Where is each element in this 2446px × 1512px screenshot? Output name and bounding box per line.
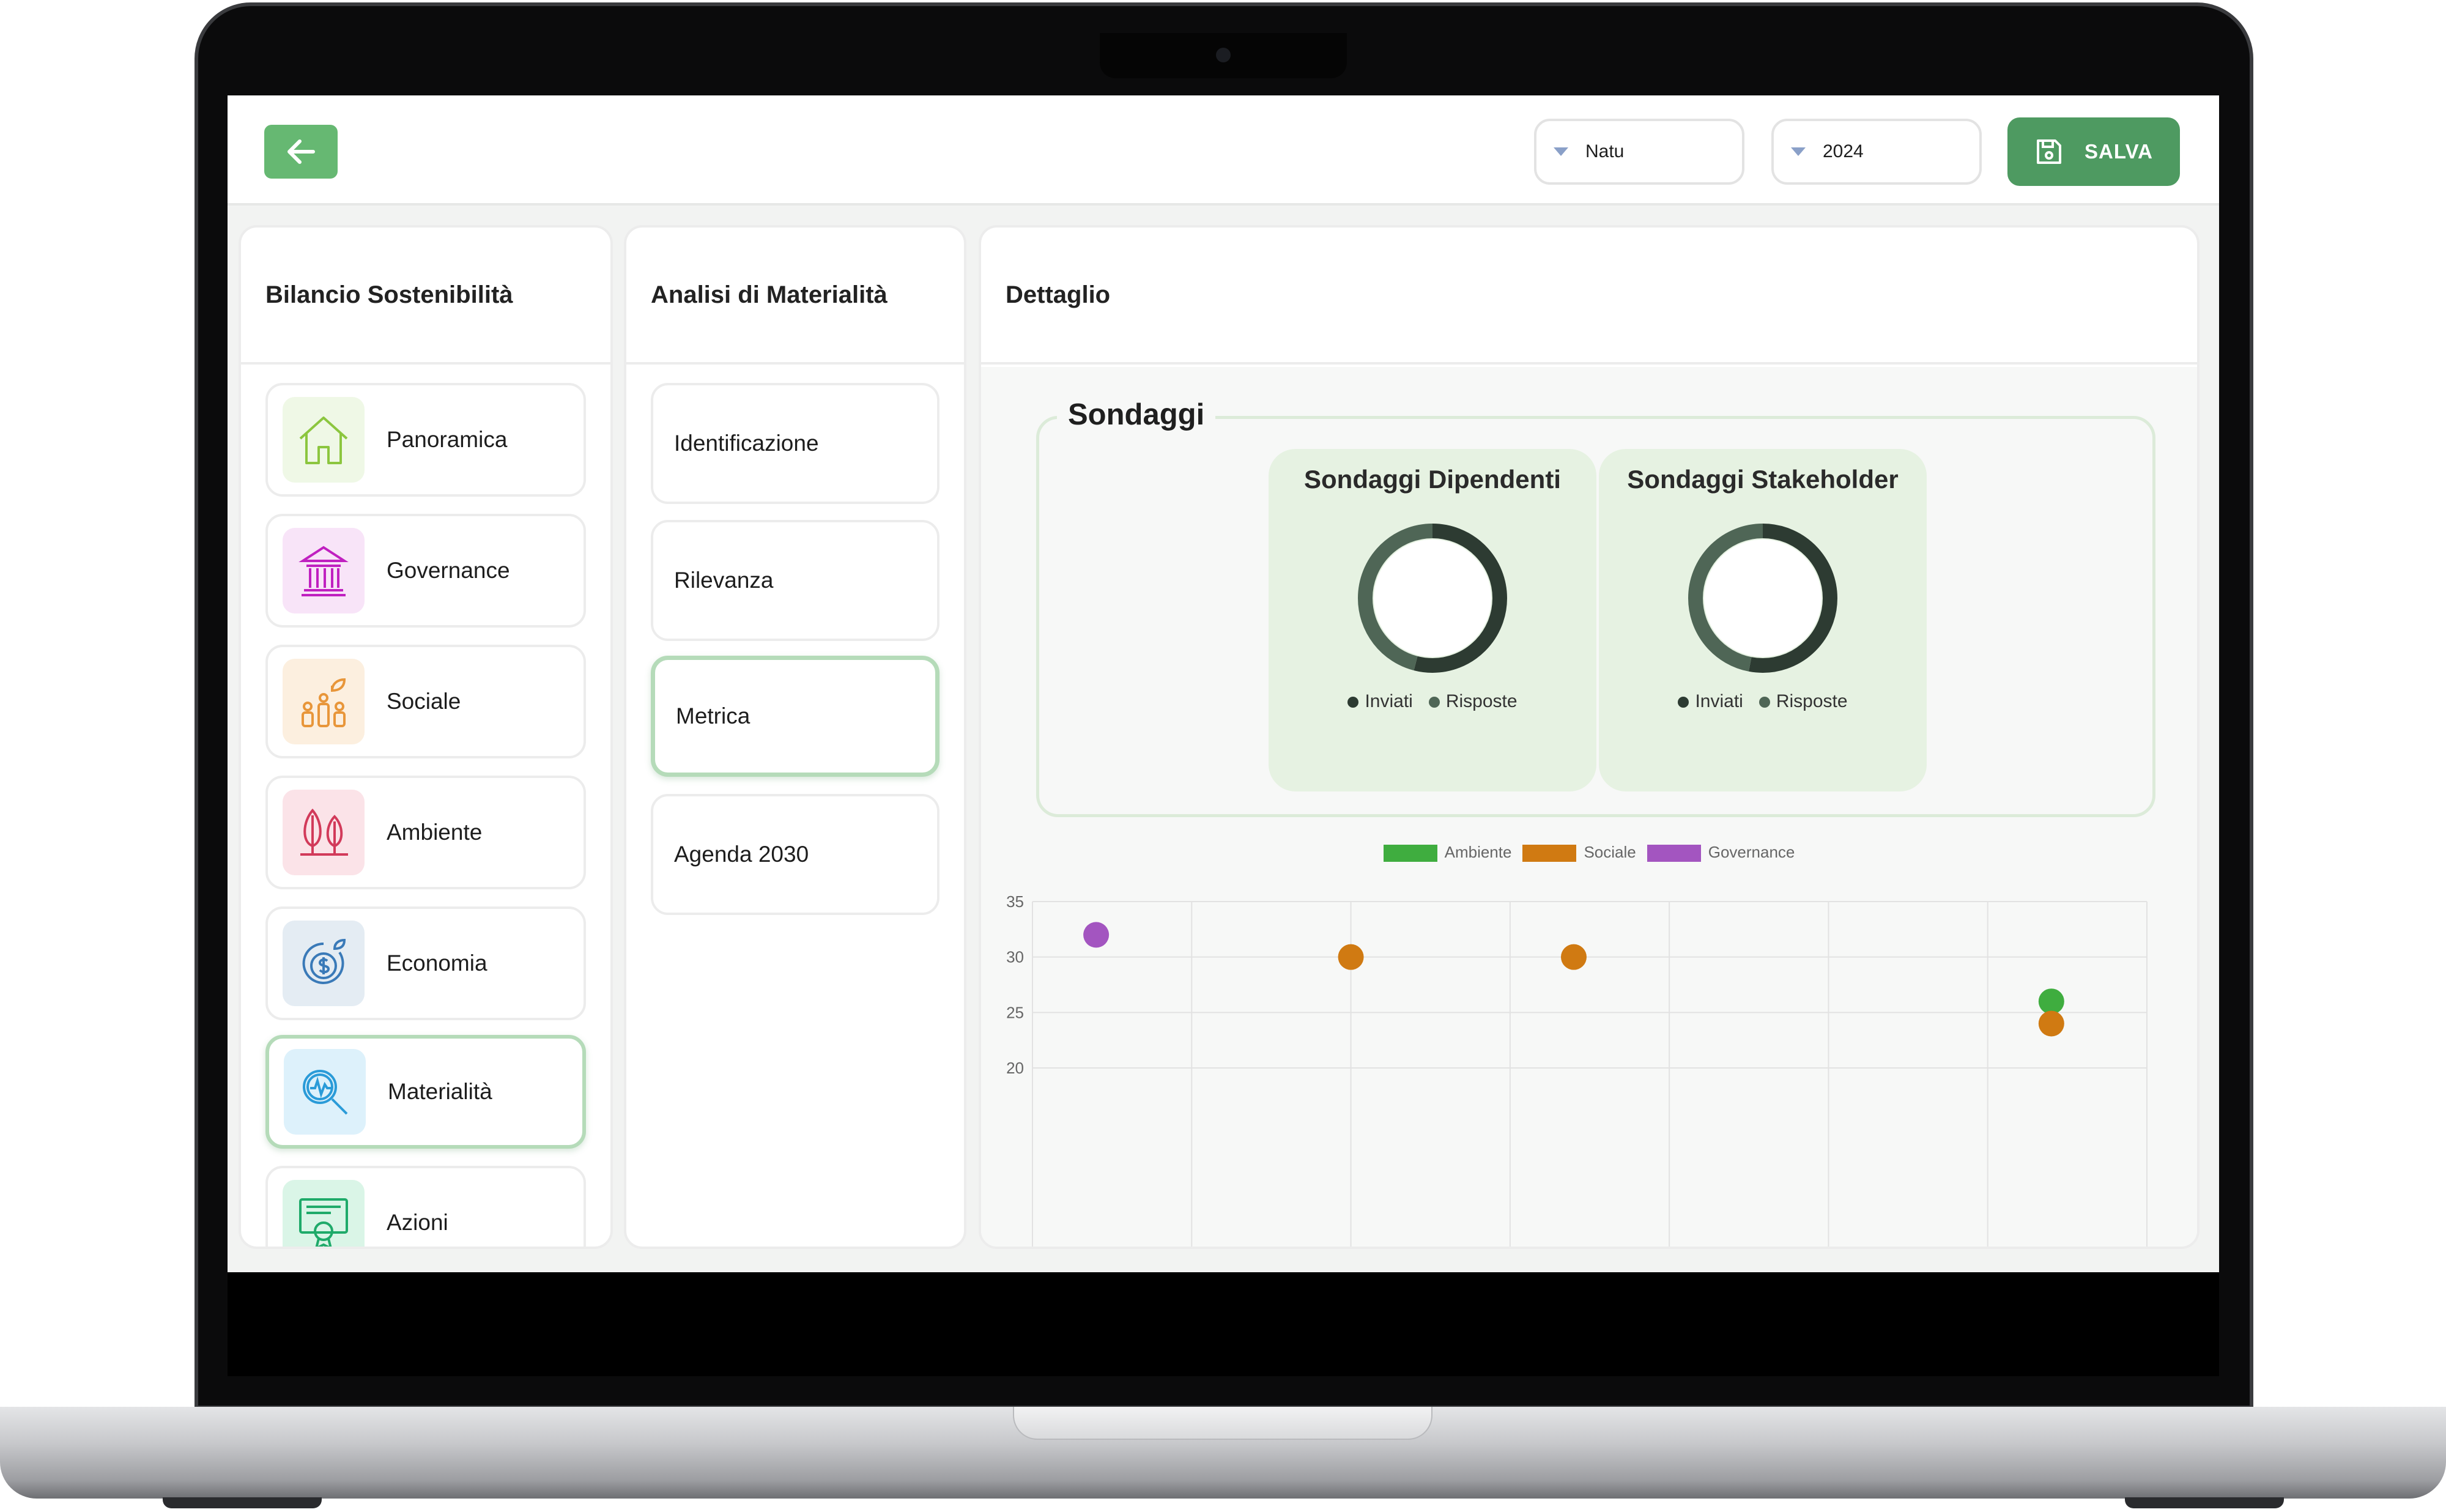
scatter-point-sociale[interactable] (1560, 944, 1587, 970)
year-select[interactable]: 2024 (1771, 119, 1982, 185)
sidebar-item-ambiente[interactable]: Ambiente (265, 776, 586, 889)
laptop-foot-left (163, 1497, 322, 1508)
sidebar-item-label: Azioni (387, 1210, 448, 1235)
top-bar: Natu 2024 SALVA (228, 95, 2219, 206)
sidebar-item-economia[interactable]: Economia (265, 906, 586, 1020)
detail-panel: Dettaglio Sondaggi Sondaggi Dipendenti I… (979, 225, 2200, 1249)
dollar-cycle-icon (283, 921, 365, 1006)
save-button[interactable]: SALVA (2007, 117, 2180, 186)
screen-bezel (228, 1272, 2219, 1376)
save-button-label: SALVA (2085, 140, 2153, 163)
sidebar-item-label: Materialità (388, 1079, 492, 1104)
caret-down-icon (1791, 147, 1806, 156)
app-screen: Natu 2024 SALVA Bilancio Sostenibilità P… (228, 95, 2219, 1272)
bank-icon (283, 528, 365, 613)
detail-body: Sondaggi Sondaggi Dipendenti Inviati Ris… (981, 367, 2197, 1247)
menu-item-label: Agenda 2030 (674, 842, 809, 867)
y-tick-label: 30 (1006, 948, 1024, 966)
sidebar-item-panoramica[interactable]: Panoramica (265, 383, 586, 497)
people-growth-icon (283, 659, 365, 744)
trees-icon (283, 790, 365, 875)
sidebar-item-label: Panoramica (387, 427, 508, 452)
year-select-value: 2024 (1823, 141, 1864, 161)
scatter-point-governance[interactable] (1083, 922, 1110, 948)
sidebar-title: Bilancio Sostenibilità (241, 228, 610, 365)
materiality-title: Analisi di Materialità (626, 228, 964, 365)
company-select-value: Natu (1585, 141, 1625, 161)
sidebar-item-materialita[interactable]: Materialità (265, 1035, 586, 1149)
materiality-panel: Analisi di Materialità Identificazione R… (624, 225, 966, 1249)
sidebar-item-azioni[interactable]: Azioni (265, 1166, 586, 1247)
laptop-foot-right (2125, 1497, 2284, 1508)
materiality-scatter-chart: 35 30 25 20 (1006, 892, 2148, 1247)
menu-item-agenda-2030[interactable]: Agenda 2030 (651, 794, 939, 915)
menu-item-metrica[interactable]: Metrica (651, 656, 939, 777)
laptop-groove (1013, 1407, 1432, 1440)
sidebar-item-label: Sociale (387, 689, 461, 714)
menu-item-label: Rilevanza (674, 568, 774, 593)
certificate-icon (283, 1180, 365, 1247)
detail-title: Dettaglio (981, 228, 2197, 365)
y-tick-label: 35 (1006, 892, 1024, 911)
menu-item-rilevanza[interactable]: Rilevanza (651, 520, 939, 641)
floppy-disk-icon (2037, 139, 2062, 164)
scatter-point-sociale[interactable] (1338, 944, 1364, 970)
scatter-point-sociale[interactable] (2038, 1010, 2064, 1037)
y-tick-label: 20 (1006, 1059, 1024, 1077)
company-select[interactable]: Natu (1534, 119, 1744, 185)
back-button[interactable] (264, 125, 338, 179)
home-icon (283, 397, 365, 483)
sidebar-item-label: Economia (387, 951, 487, 976)
menu-item-label: Identificazione (674, 431, 819, 456)
arrow-left-icon (287, 139, 315, 164)
sidebar-item-label: Governance (387, 558, 510, 583)
y-tick-label: 25 (1006, 1003, 1024, 1021)
scatter-point-ambiente[interactable] (2038, 988, 2064, 1015)
camera-notch (1100, 33, 1347, 78)
sidebar-item-governance[interactable]: Governance (265, 514, 586, 628)
sidebar-item-sociale[interactable]: Sociale (265, 645, 586, 758)
sidebar-panel: Bilancio Sostenibilità Panoramica Govern… (239, 225, 613, 1249)
caret-down-icon (1554, 147, 1568, 156)
menu-item-identificazione[interactable]: Identificazione (651, 383, 939, 504)
magnifier-icon (284, 1049, 366, 1135)
menu-item-label: Metrica (676, 703, 750, 728)
camera-icon (1216, 48, 1231, 62)
sidebar-item-label: Ambiente (387, 820, 483, 845)
